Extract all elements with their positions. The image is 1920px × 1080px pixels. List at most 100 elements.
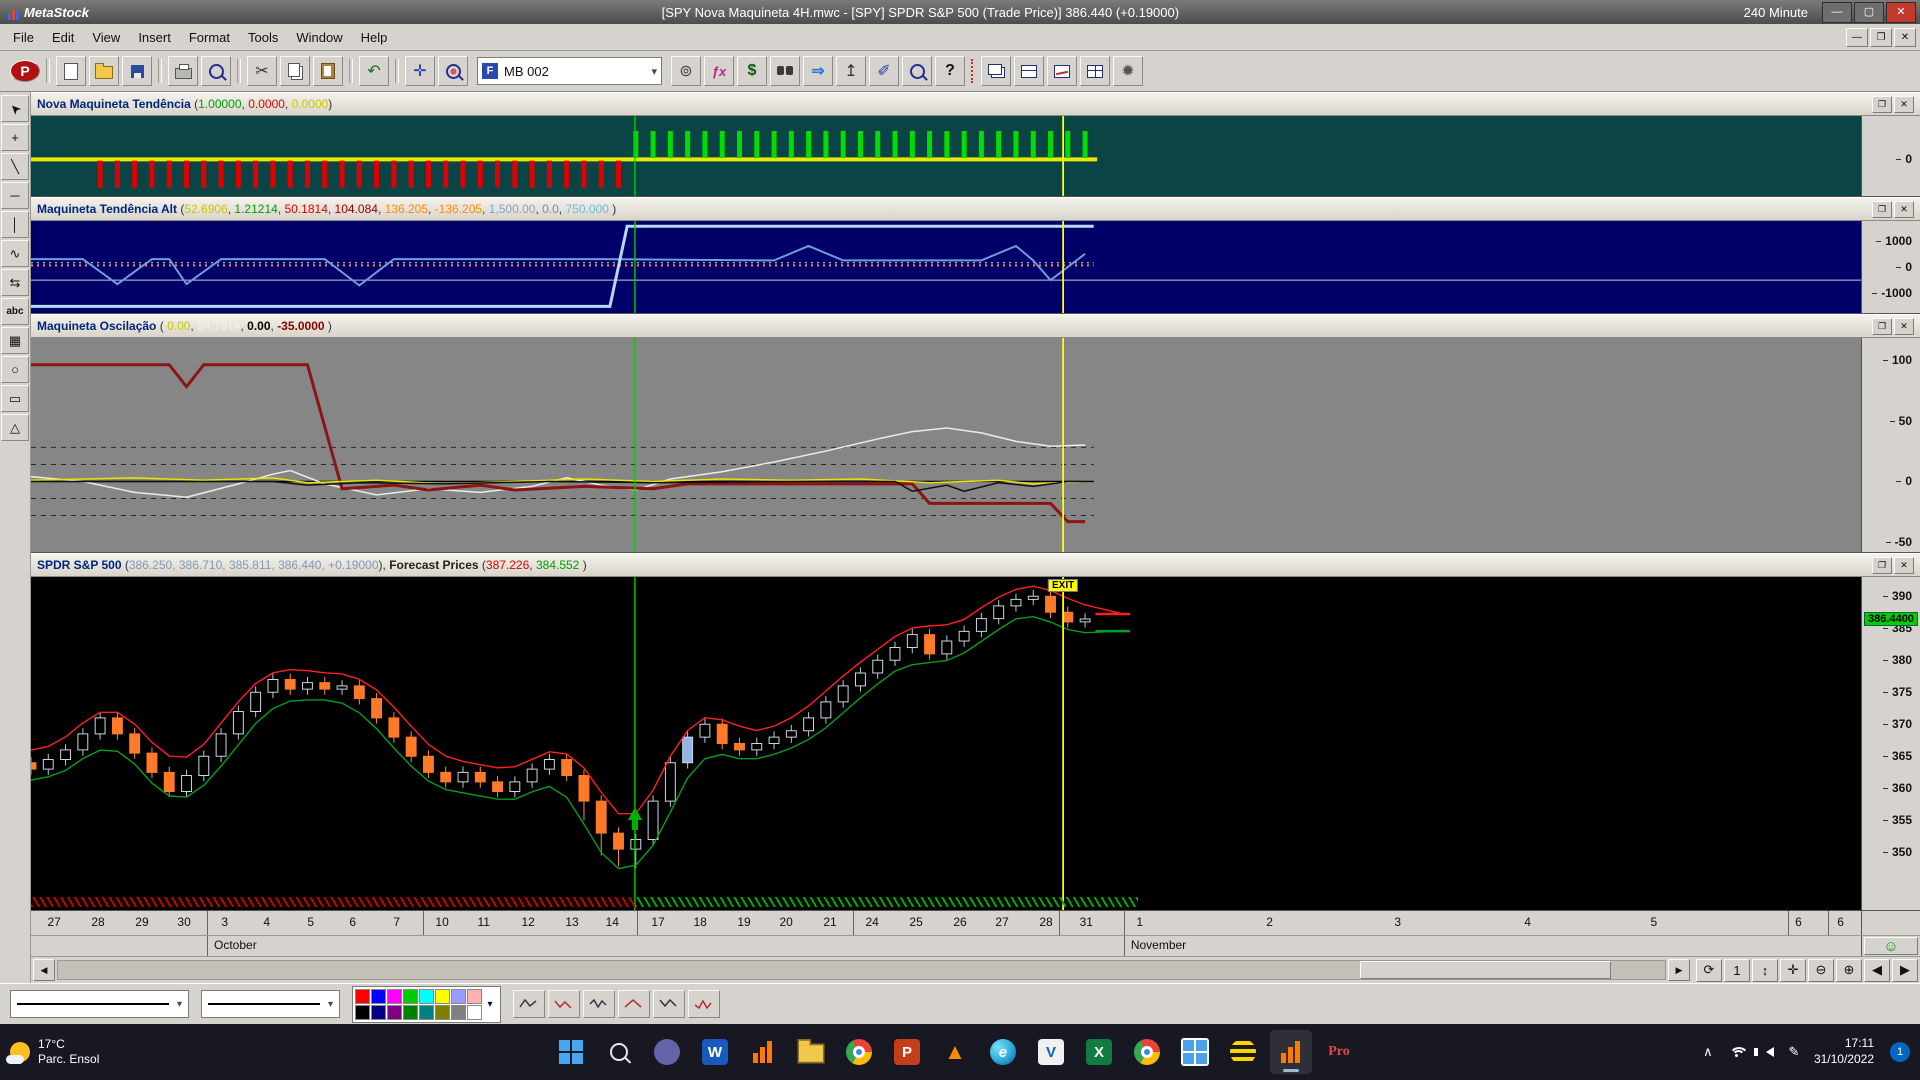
app-metastock[interactable] (1270, 1030, 1312, 1074)
color-swatch[interactable] (435, 989, 450, 1004)
zoom-out-icon[interactable]: ⊖ (1808, 959, 1834, 982)
color-swatch[interactable] (467, 1005, 482, 1020)
panel-close-button[interactable]: ✕ (1894, 96, 1914, 113)
new-window-button[interactable] (1047, 56, 1077, 86)
color-swatch[interactable] (419, 989, 434, 1004)
panel-close-button[interactable]: ✕ (1894, 557, 1914, 574)
print-preview-button[interactable] (201, 56, 231, 86)
maximize-button[interactable]: ▢ (1854, 2, 1884, 23)
layout-dropdown[interactable]: FMB 002▾ (477, 57, 662, 85)
app-powerpoint[interactable]: P (886, 1030, 928, 1074)
tendencia-scale[interactable]: 0 (1861, 116, 1920, 196)
page-setup-button[interactable] (168, 56, 198, 86)
zoom-in-icon[interactable]: ⊕ (1836, 959, 1862, 982)
color-swatch[interactable] (387, 989, 402, 1004)
crosshair-pointer-button[interactable]: ✛ (405, 56, 435, 86)
chart-style-button-4[interactable] (618, 990, 650, 1018)
app-excel[interactable]: X (1078, 1030, 1120, 1074)
menu-insert[interactable]: Insert (129, 27, 180, 48)
tendencia-chart-plot[interactable] (31, 116, 1861, 196)
chart-scan-button[interactable] (902, 56, 932, 86)
line-weight-select[interactable]: ▾ (201, 990, 340, 1018)
oscilacao-chart-plot[interactable] (31, 338, 1861, 552)
color-swatch[interactable] (467, 989, 482, 1004)
color-swatch[interactable] (451, 1005, 466, 1020)
rectangle-tool[interactable]: ▭ (1, 385, 29, 412)
color-swatch[interactable] (371, 1005, 386, 1020)
panel-restore-button[interactable]: ❐ (1872, 557, 1892, 574)
help-pointer-button[interactable]: ? (935, 56, 965, 86)
pointer-tool[interactable]: ➤ (1, 95, 29, 122)
tile-windows-button[interactable] (1014, 56, 1044, 86)
menu-window[interactable]: Window (287, 27, 351, 48)
panel-restore-button[interactable]: ❐ (1872, 318, 1892, 335)
price-scale[interactable]: 390385380375370365360355350386.4400 (1861, 577, 1920, 910)
color-swatch[interactable] (355, 1005, 370, 1020)
menu-file[interactable]: File (4, 27, 43, 48)
app-bee[interactable] (1222, 1030, 1264, 1074)
downloader-button[interactable]: ↥ (836, 56, 866, 86)
color-swatch[interactable] (435, 1005, 450, 1020)
mdi-close-button[interactable]: ✕ (1894, 28, 1916, 47)
system-tester-button[interactable]: ✐ (869, 56, 899, 86)
menu-edit[interactable]: Edit (43, 27, 83, 48)
panel-restore-button[interactable]: ❐ (1872, 201, 1892, 218)
color-swatch[interactable] (403, 1005, 418, 1020)
app-chrome[interactable] (838, 1030, 880, 1074)
explorer-button[interactable] (770, 56, 800, 86)
panel-close-button[interactable]: ✕ (1894, 318, 1914, 335)
pan-icon[interactable]: ✛ (1780, 959, 1806, 982)
open-chart-button[interactable] (89, 56, 119, 86)
app-chrome-2[interactable] (1126, 1030, 1168, 1074)
paste-button[interactable] (313, 56, 343, 86)
panel-close-button[interactable]: ✕ (1894, 201, 1914, 218)
horizontal-line-tool[interactable]: ─ (1, 182, 29, 209)
panel-restore-button[interactable]: ❐ (1872, 96, 1892, 113)
power-console-button[interactable]: P (10, 60, 40, 82)
zoom-button[interactable] (438, 56, 468, 86)
app-teams[interactable] (646, 1030, 688, 1074)
app-ms-store[interactable] (1174, 1030, 1216, 1074)
copy-button[interactable] (280, 56, 310, 86)
app-pro[interactable]: Pro (1318, 1030, 1360, 1074)
palette-dropdown-arrow[interactable]: ▾ (482, 999, 498, 1010)
expert-advisor-button[interactable]: ⇒ (803, 56, 833, 86)
cascade-windows-button[interactable] (981, 56, 1011, 86)
minimize-button[interactable]: — (1822, 2, 1852, 23)
chart-style-button-6[interactable] (688, 990, 720, 1018)
weather-widget[interactable]: 17°C Parc. Ensol (10, 1037, 220, 1067)
app-metastock-charts[interactable] (742, 1030, 784, 1074)
new-chart-button[interactable] (56, 56, 86, 86)
scroll-right-button[interactable]: ▶ (1668, 959, 1690, 981)
oscilacao-scale[interactable]: 100500-50 (1861, 338, 1920, 552)
color-swatch[interactable] (387, 1005, 402, 1020)
line-style-select[interactable]: ▾ (10, 990, 189, 1018)
undo-button[interactable]: ↶ (359, 56, 389, 86)
menu-tools[interactable]: Tools (239, 27, 287, 48)
scrollbar-track[interactable] (57, 960, 1666, 980)
options-scope-button[interactable]: $ (737, 56, 767, 86)
app-word[interactable]: W (694, 1030, 736, 1074)
vertical-line-tool[interactable]: │ (1, 211, 29, 238)
menu-format[interactable]: Format (180, 27, 239, 48)
expert-advisor-smiley-icon[interactable]: ☺ (1864, 937, 1918, 955)
color-swatch[interactable] (355, 989, 370, 1004)
actual-size-icon[interactable]: 1 (1724, 959, 1750, 982)
tendencia-alt-scale[interactable]: 10000-1000 (1861, 221, 1920, 313)
menu-help[interactable]: Help (352, 27, 397, 48)
wifi-icon[interactable] (1728, 1046, 1746, 1058)
close-button[interactable]: ✕ (1886, 2, 1916, 23)
scrollbar-thumb[interactable] (1360, 961, 1611, 979)
scroll-left-button[interactable]: ◀ (33, 959, 55, 981)
chart-options-button[interactable]: ✹ (1113, 56, 1143, 86)
scroll-arrows-tool[interactable]: ⇆ (1, 269, 29, 296)
quick-grid-tool[interactable]: ▦ (1, 327, 29, 354)
page-right-icon[interactable]: ▶ (1892, 959, 1918, 982)
cut-button[interactable]: ✂ (247, 56, 277, 86)
indicator-builder-button[interactable]: ƒx (704, 56, 734, 86)
price-chart-plot[interactable]: EXIT (31, 577, 1861, 910)
color-swatch[interactable] (403, 989, 418, 1004)
start-button[interactable] (550, 1030, 592, 1074)
app-edge[interactable]: e (982, 1030, 1024, 1074)
menu-view[interactable]: View (83, 27, 129, 48)
